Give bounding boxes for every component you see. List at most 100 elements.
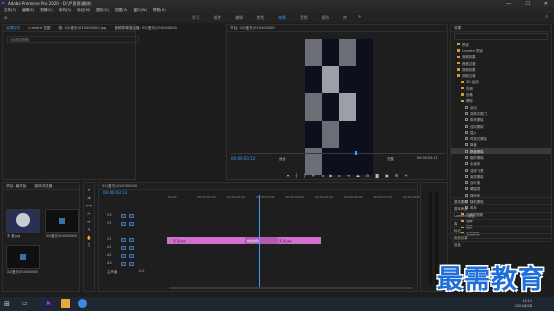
track-lock-toggle[interactable] — [121, 245, 126, 250]
timeline-scrollbar[interactable] — [169, 287, 413, 289]
settings-icon[interactable]: ⚙ — [395, 173, 399, 178]
browser-taskbar-icon[interactable] — [78, 299, 87, 308]
pen-tool-icon[interactable]: ✎ — [87, 227, 90, 232]
maximize-button[interactable]: ☐ — [525, 1, 529, 7]
workspace-tab-color[interactable]: 颜色 — [257, 15, 265, 21]
track-visibility-toggle[interactable] — [129, 245, 134, 250]
windows-start-icon[interactable]: ⊞ — [4, 300, 10, 308]
menu-view[interactable]: 视图(V) — [115, 8, 127, 13]
track-lock-toggle[interactable] — [121, 237, 126, 242]
track-visibility-toggle[interactable] — [129, 221, 134, 226]
compare-icon[interactable]: ▣ — [385, 173, 389, 178]
workspace-tab-graphics[interactable]: 图形 — [322, 15, 330, 21]
lumetri-color-panel[interactable]: Lumetri 颜色 — [451, 211, 551, 219]
search-icon[interactable]: ⌕ — [545, 14, 548, 20]
step-back-icon[interactable]: ◂ — [321, 173, 323, 178]
quality-dropdown[interactable]: 完整 — [387, 156, 394, 161]
program-playhead[interactable] — [355, 151, 357, 155]
fit-dropdown[interactable]: 适合 — [279, 156, 286, 161]
track-name[interactable]: A3 — [107, 261, 111, 265]
go-to-out-icon[interactable]: ⇥ — [347, 173, 350, 178]
tab-project[interactable]: 项目: 最终版 — [6, 184, 26, 189]
tab-effect-controls[interactable]: 效果控件 — [6, 26, 20, 31]
workspace-tab-audio[interactable]: 音频 — [300, 15, 308, 21]
ripple-edit-tool-icon[interactable]: ⟷ — [86, 203, 92, 208]
menu-markers[interactable]: 标记(M) — [77, 8, 90, 13]
explorer-taskbar-icon[interactable] — [61, 299, 70, 308]
workspace-tab-effects[interactable]: 效果 — [278, 15, 286, 21]
export-frame-icon[interactable]: ◙ — [375, 173, 379, 178]
track-name[interactable]: A2 — [107, 253, 111, 257]
system-clock[interactable]: 13:11 2021/6/28 — [515, 299, 532, 308]
effects-search-input[interactable] — [454, 33, 548, 40]
timeline-clip[interactable]: 天 爱.jpg 棋盘擦除 天 爱.jpg — [167, 237, 321, 244]
effects-panel-title[interactable]: 效果 — [454, 26, 461, 31]
home-icon[interactable]: ⌂ — [4, 15, 7, 21]
timeline-playhead[interactable] — [259, 195, 260, 289]
workspace-tab-editing[interactable]: 编辑 — [235, 15, 243, 21]
track-visibility-toggle[interactable] — [129, 253, 134, 258]
program-monitor-title[interactable]: 节目: 02(爱天)010000000 — [230, 26, 275, 31]
play-icon[interactable]: ▶ — [329, 173, 332, 178]
track-lock-toggle[interactable] — [121, 213, 126, 218]
transition-chessboard-wipe[interactable]: 棋盘擦除 — [245, 237, 278, 244]
lift-icon[interactable]: ⏏ — [356, 173, 360, 178]
task-view-icon[interactable]: ▭ — [22, 300, 28, 307]
program-timecode[interactable]: 00:00:03:12 — [231, 156, 255, 161]
info-panel[interactable]: 信息 — [451, 240, 551, 248]
project-item-thumbnail[interactable] — [6, 209, 40, 233]
hand-tool-icon[interactable]: ✋ — [87, 235, 92, 240]
step-forward-icon[interactable]: ▸ — [339, 173, 341, 178]
add-button-icon[interactable]: + — [404, 173, 407, 178]
track-visibility-toggle[interactable] — [129, 237, 134, 242]
slip-tool-icon[interactable]: ↔ — [87, 219, 90, 224]
track-lock-toggle[interactable] — [121, 253, 126, 258]
menu-file[interactable]: 文件(F) — [4, 8, 16, 13]
track-name[interactable]: V2 — [107, 221, 111, 225]
menu-help[interactable]: 帮助(H) — [153, 8, 166, 13]
tab-source[interactable]: 源: 02(爱天)010000000.jpg — [59, 26, 107, 31]
in-point-icon[interactable]: { — [295, 173, 298, 178]
track-lock-toggle[interactable] — [121, 221, 126, 226]
project-item-thumbnail[interactable] — [45, 209, 79, 233]
menu-window[interactable]: 窗口(W) — [133, 8, 147, 13]
project-item-label[interactable]: 天 爱.jpg — [7, 233, 20, 238]
project-item-thumbnail[interactable] — [6, 245, 40, 269]
timeline-sequence-tab[interactable]: 02(爱天)010000000 — [102, 184, 137, 189]
master-volume-value[interactable]: 0.0 — [139, 269, 144, 273]
workspace-tab-libraries[interactable]: 库 — [343, 15, 347, 21]
tab-media-browser[interactable]: 媒体浏览器 — [34, 184, 52, 189]
extract-icon[interactable]: ⊟ — [366, 173, 369, 178]
project-item-label[interactable]: 02(爱天)010000000 — [7, 269, 38, 274]
type-tool-icon[interactable]: T — [88, 243, 90, 248]
track-name[interactable]: V3 — [107, 213, 111, 217]
project-item-label[interactable]: 02(爱天)010000000 — [46, 233, 77, 238]
markers-panel[interactable]: 标记 — [451, 226, 551, 233]
menu-edit[interactable]: 编辑(E) — [22, 8, 34, 13]
menu-sequence[interactable]: 序列(S) — [59, 8, 71, 13]
track-name[interactable]: A1 — [107, 245, 111, 249]
workspace-tab-learn[interactable]: 学习 — [192, 15, 200, 21]
go-to-in-icon[interactable]: ⇤ — [312, 173, 315, 178]
menu-graphics[interactable]: 图形(G) — [96, 8, 109, 13]
workspace-tab-assembly[interactable]: 组件 — [214, 15, 222, 21]
track-name[interactable]: 主声道 — [107, 269, 117, 274]
close-button[interactable]: ✕ — [544, 1, 548, 7]
essential-sound-panel[interactable]: 基本声音 — [451, 204, 551, 211]
marker-icon[interactable]: ▾ — [287, 173, 289, 178]
timeline-timecode[interactable]: 00:00:03:12 — [103, 190, 127, 195]
tab-lumetri-scopes[interactable]: Lumetri 范围 — [28, 26, 50, 31]
track-visibility-toggle[interactable] — [129, 261, 134, 266]
libraries-panel[interactable]: 库 — [451, 218, 551, 226]
minimize-button[interactable]: — — [506, 1, 511, 7]
selection-tool-icon[interactable]: ➤ — [87, 187, 90, 192]
tab-audio-clip-mixer[interactable]: 音频剪辑混合器: 02(爱天)010000000 — [114, 26, 177, 31]
track-select-tool-icon[interactable]: ⇉ — [87, 195, 90, 200]
menu-clip[interactable]: 剪辑(C) — [40, 8, 53, 13]
premiere-taskbar-icon[interactable]: Pr — [44, 299, 53, 308]
timeline-ruler[interactable]: 00:00 00:00:01:00 00:00:02:00 00:00:03:00 00… — [168, 195, 421, 203]
essential-graphics-panel[interactable]: 基本图形 — [451, 197, 551, 204]
out-point-icon[interactable]: } — [304, 173, 307, 178]
track-name[interactable]: V1 — [107, 237, 111, 241]
history-panel[interactable]: 历史记录 — [451, 233, 551, 240]
